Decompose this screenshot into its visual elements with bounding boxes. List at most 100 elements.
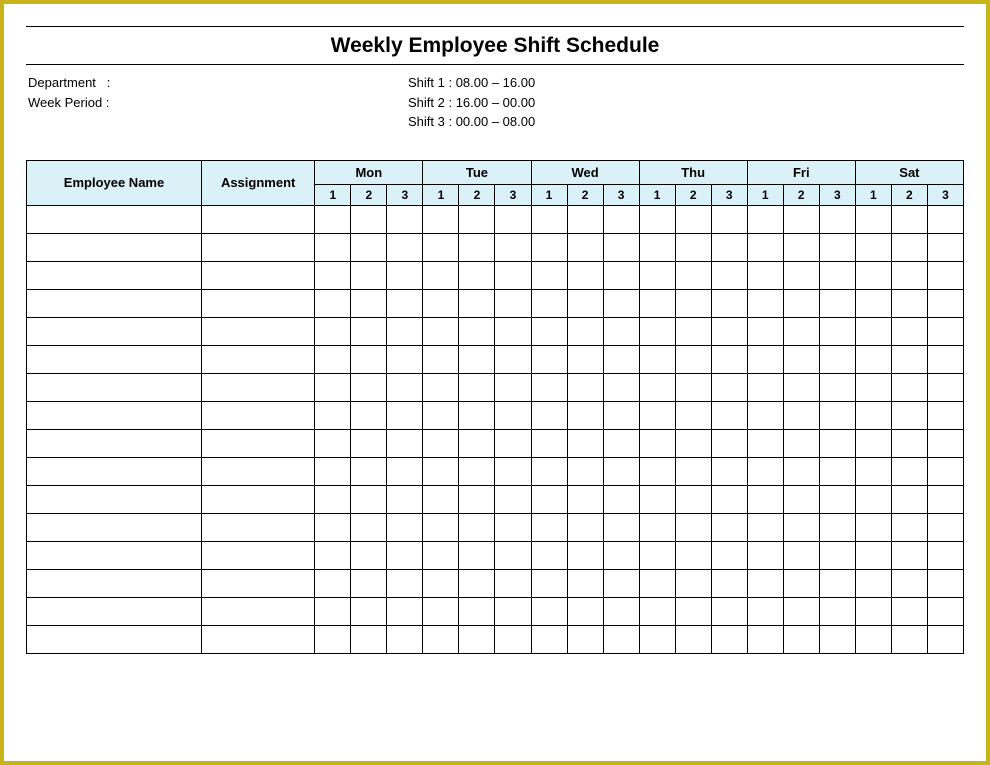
cell [387,345,423,373]
cell [459,261,495,289]
cell [423,485,459,513]
cell [27,289,202,317]
cell [387,429,423,457]
cell [711,401,747,429]
cell [202,625,315,653]
cell [351,513,387,541]
cell [927,597,963,625]
cell [711,289,747,317]
cell [315,345,351,373]
cell [27,625,202,653]
cell [459,597,495,625]
cell [891,429,927,457]
meta-right: Shift 1 : 08.00 – 16.00 Shift 2 : 16.00 … [408,73,535,132]
col-shift: 1 [639,184,675,205]
cell [459,373,495,401]
cell [603,401,639,429]
cell [423,233,459,261]
cell [711,317,747,345]
cell [351,233,387,261]
cell [747,569,783,597]
cell [603,261,639,289]
cell [315,541,351,569]
cell [639,457,675,485]
cell [27,317,202,345]
col-day-fri: Fri [747,160,855,184]
cell [855,485,891,513]
cell [891,401,927,429]
cell [711,261,747,289]
cell [711,541,747,569]
cell [747,289,783,317]
cell [639,485,675,513]
rule-top [26,26,964,27]
cell [927,401,963,429]
cell [531,289,567,317]
cell [423,569,459,597]
cell [351,401,387,429]
cell [675,429,711,457]
cell [675,597,711,625]
cell [675,569,711,597]
col-shift: 3 [711,184,747,205]
cell [27,569,202,597]
cell [351,373,387,401]
cell [567,233,603,261]
col-day-wed: Wed [531,160,639,184]
cell [819,597,855,625]
cell [891,345,927,373]
col-shift: 2 [567,184,603,205]
col-shift: 2 [783,184,819,205]
cell [819,345,855,373]
table-row [27,289,964,317]
cell [747,261,783,289]
cell [855,261,891,289]
cell [783,345,819,373]
department-label: Department : [28,73,408,93]
col-shift: 3 [495,184,531,205]
cell [747,233,783,261]
cell [27,205,202,233]
col-day-thu: Thu [639,160,747,184]
cell [855,597,891,625]
col-shift: 3 [603,184,639,205]
cell [459,345,495,373]
cell [603,597,639,625]
cell [783,485,819,513]
cell [783,233,819,261]
cell [423,261,459,289]
col-shift: 3 [387,184,423,205]
cell [639,233,675,261]
cell [351,597,387,625]
cell [567,457,603,485]
cell [783,569,819,597]
cell [202,289,315,317]
cell [675,233,711,261]
cell [567,317,603,345]
cell [567,541,603,569]
cell [855,373,891,401]
table-head: Employee Name Assignment Mon Tue Wed Thu… [27,160,964,205]
cell [531,401,567,429]
cell [495,429,531,457]
cell [747,317,783,345]
header-row-days: Employee Name Assignment Mon Tue Wed Thu… [27,160,964,184]
cell [783,541,819,569]
cell [423,513,459,541]
cell [675,289,711,317]
cell [891,541,927,569]
cell [315,569,351,597]
cell [351,429,387,457]
cell [747,485,783,513]
cell [459,569,495,597]
cell [855,625,891,653]
table-body [27,205,964,653]
cell [423,457,459,485]
cell [495,485,531,513]
cell [711,373,747,401]
cell [675,401,711,429]
cell [711,569,747,597]
cell [27,401,202,429]
table-row [27,429,964,457]
cell [711,345,747,373]
